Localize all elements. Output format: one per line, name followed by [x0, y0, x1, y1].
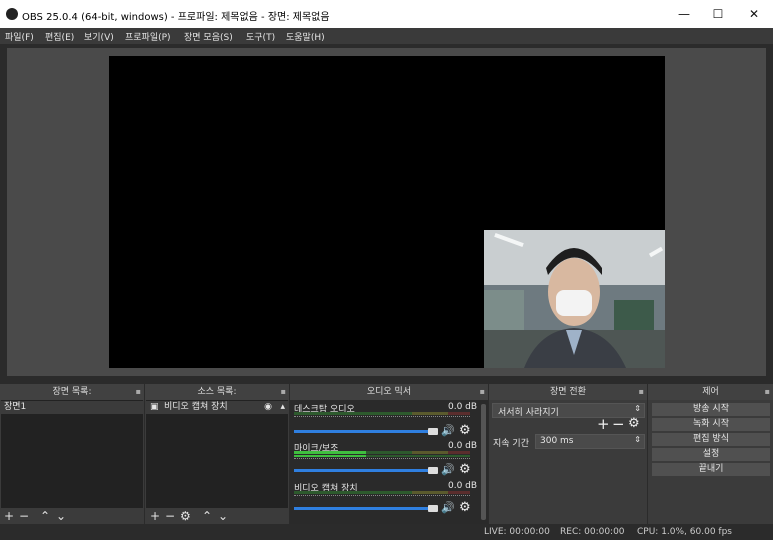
mixer-channel: 비디오 캡쳐 장치 0.0 dB 🔊 ⚙	[290, 481, 480, 519]
title-bar: OBS 25.0.4 (64-bit, windows) - 프로파일: 제목없…	[0, 0, 773, 28]
spin-arrows-icon[interactable]: ⇕	[634, 435, 641, 444]
remove-source-icon[interactable]: −	[165, 509, 175, 523]
scenes-list: 장면1	[1, 400, 143, 508]
speaker-icon[interactable]: 🔊	[441, 501, 455, 514]
volume-meter	[294, 491, 470, 501]
exit-button[interactable]: 끝내기	[652, 463, 770, 476]
controls-header: 제어 ▪	[648, 384, 773, 400]
transitions-header: 장면 전환 ▪	[489, 384, 647, 400]
studio-mode-button[interactable]: 편집 방식	[652, 433, 770, 446]
chevron-updown-icon: ⇕	[634, 404, 641, 413]
mixer-channel: 마이크/보조 0.0 dB 🔊 ⚙	[290, 441, 480, 479]
add-transition-icon[interactable]: +	[597, 415, 610, 433]
remove-scene-icon[interactable]: −	[19, 509, 29, 523]
list-item[interactable]: ▣ 비디오 캡쳐 장치 ◉ ▴	[146, 401, 288, 414]
move-down-icon[interactable]: ⌄	[218, 509, 228, 523]
remove-transition-icon[interactable]: −	[612, 415, 625, 433]
window-title: OBS 25.0.4 (64-bit, windows) - 프로파일: 제목없…	[22, 12, 330, 23]
dock-float-icon[interactable]: ▪	[281, 384, 286, 400]
minimize-button[interactable]: —	[667, 4, 701, 24]
mixer-header-label: 오디오 믹서	[366, 387, 412, 397]
transition-select-value: 서서히 사라지기	[498, 408, 559, 418]
close-button[interactable]: ✕	[737, 4, 771, 24]
move-down-icon[interactable]: ⌄	[56, 509, 66, 523]
menu-tools[interactable]: 도구(T)	[246, 30, 275, 43]
sources-header: 소스 목록: ▪	[145, 384, 289, 400]
volume-slider[interactable]	[294, 507, 430, 510]
scrollbar[interactable]	[481, 404, 486, 520]
preview-canvas[interactable]	[109, 56, 665, 368]
volume-meter	[294, 451, 470, 461]
volume-meter	[294, 412, 470, 422]
settings-button[interactable]: 설정	[652, 448, 770, 461]
obs-logo-icon	[6, 8, 18, 20]
lock-icon[interactable]: ▴	[280, 401, 285, 414]
menu-edit[interactable]: 편집(E)	[45, 30, 74, 43]
gear-icon[interactable]: ⚙	[459, 462, 471, 477]
mixer-list: 데스크탑 오디오 0.0 dB 🔊 ⚙ 마이크/보조 0.0 dB 🔊 ⚙ 비디…	[290, 400, 488, 524]
menu-profile[interactable]: 프로파일(P)	[125, 30, 171, 43]
start-recording-button[interactable]: 녹화 시작	[652, 418, 770, 431]
channel-db: 0.0 dB	[448, 441, 478, 451]
gear-icon[interactable]: ⚙	[459, 423, 471, 438]
channel-db: 0.0 dB	[448, 481, 478, 491]
duration-label: 지속 기간	[493, 439, 529, 449]
duration-value: 300 ms	[540, 436, 574, 446]
camera-icon: ▣	[150, 402, 159, 412]
source-label: 비디오 캡쳐 장치	[164, 402, 228, 412]
scenes-header-label: 장면 목록:	[52, 387, 92, 397]
sources-list: ▣ 비디오 캡쳐 장치 ◉ ▴	[146, 400, 288, 508]
gear-icon[interactable]: ⚙	[459, 500, 471, 515]
mixer-channel: 데스크탑 오디오 0.0 dB 🔊 ⚙	[290, 402, 480, 440]
webcam-feed-image[interactable]	[484, 230, 665, 368]
dock-float-icon[interactable]: ▪	[136, 384, 141, 400]
gear-icon[interactable]: ⚙	[180, 509, 191, 523]
speaker-icon[interactable]: 🔊	[441, 424, 455, 437]
list-item[interactable]: 장면1	[1, 401, 143, 414]
channel-db: 0.0 dB	[448, 402, 478, 412]
sources-dock: 소스 목록: ▪ ▣ 비디오 캡쳐 장치 ◉ ▴ + − ⚙ ⌃ ⌄	[145, 384, 289, 524]
volume-slider-handle[interactable]	[428, 505, 438, 512]
dock-float-icon[interactable]: ▪	[765, 384, 770, 400]
rec-status: REC: 00:00:00	[560, 527, 625, 537]
cpu-status: CPU: 1.0%, 60.00 fps	[637, 527, 732, 537]
move-up-icon[interactable]: ⌃	[202, 509, 212, 523]
controls-dock: 제어 ▪ 방송 시작 녹화 시작 편집 방식 설정 끝내기	[648, 384, 773, 524]
meter-level-bar	[294, 451, 366, 454]
volume-slider-handle[interactable]	[428, 428, 438, 435]
audio-mixer-dock: 오디오 믹서 ▪ 데스크탑 오디오 0.0 dB 🔊 ⚙ 마이크/보조 0.0 …	[290, 384, 488, 524]
transitions-dock: 장면 전환 ▪ 서서히 사라지기 ⇕ + − ⚙ 지속 기간 300 ms ⇕	[489, 384, 647, 524]
menu-help[interactable]: 도움말(H)	[286, 30, 325, 43]
controls-header-label: 제어	[702, 387, 719, 397]
move-up-icon[interactable]: ⌃	[40, 509, 50, 523]
speaker-icon[interactable]: 🔊	[441, 463, 455, 476]
scenes-toolbar: + − ⌃ ⌄	[0, 508, 144, 524]
live-status: LIVE: 00:00:00	[484, 527, 550, 537]
volume-slider-handle[interactable]	[428, 467, 438, 474]
scenes-dock: 장면 목록: ▪ 장면1 + − ⌃ ⌄	[0, 384, 144, 524]
status-bar: LIVE: 00:00:00 REC: 00:00:00 CPU: 1.0%, …	[0, 524, 773, 540]
start-streaming-button[interactable]: 방송 시작	[652, 403, 770, 416]
menu-scene-collection[interactable]: 장면 모음(S)	[184, 30, 233, 43]
volume-slider[interactable]	[294, 469, 430, 472]
mixer-header: 오디오 믹서 ▪	[290, 384, 488, 400]
add-source-icon[interactable]: +	[150, 509, 160, 523]
eye-icon[interactable]: ◉	[264, 401, 272, 414]
menu-file[interactable]: 파일(F)	[5, 30, 34, 43]
dock-float-icon[interactable]: ▪	[639, 384, 644, 400]
sources-toolbar: + − ⚙ ⌃ ⌄	[145, 508, 289, 524]
transitions-header-label: 장면 전환	[550, 387, 586, 397]
scenes-header: 장면 목록: ▪	[0, 384, 144, 400]
add-scene-icon[interactable]: +	[4, 509, 14, 523]
gear-icon[interactable]: ⚙	[628, 416, 640, 431]
preview-area	[7, 48, 766, 376]
menu-view[interactable]: 보기(V)	[84, 30, 114, 43]
maximize-button[interactable]: ☐	[701, 4, 735, 24]
duration-spinbox[interactable]: 300 ms ⇕	[535, 434, 645, 449]
dock-float-icon[interactable]: ▪	[480, 384, 485, 400]
sources-header-label: 소스 목록:	[197, 387, 237, 397]
menu-bar: 파일(F) 편집(E) 보기(V) 프로파일(P) 장면 모음(S) 도구(T)…	[0, 28, 773, 44]
volume-slider[interactable]	[294, 430, 430, 433]
